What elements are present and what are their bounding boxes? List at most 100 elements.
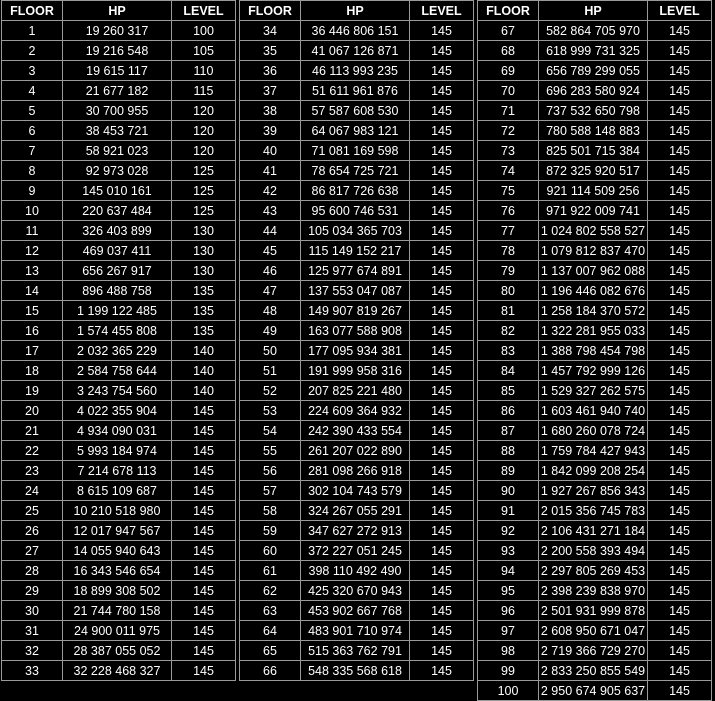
level-cell: 145 [647,180,712,201]
table-row: 89 1 842 099 208 254 145 [477,460,712,481]
floor-cell: 61 [239,560,301,581]
table-row: 7 58 921 023 120 [1,140,236,161]
floor-cell: 54 [239,420,301,441]
level-cell: 145 [409,360,474,381]
table-row: 4 21 677 182 115 [1,80,236,101]
hp-cell: 656 789 299 055 [538,60,648,81]
level-cell: 145 [409,240,474,261]
hp-cell: 1 322 281 955 033 [538,320,648,341]
level-cell: 145 [647,520,712,541]
hp-cell: 780 588 148 883 [538,120,648,141]
floor-cell: 72 [477,120,539,141]
table-row: 12 469 037 411 130 [1,240,236,261]
floor-cell: 7 [1,140,63,161]
level-cell: 145 [171,640,236,661]
hp-cell: 12 017 947 567 [62,520,172,541]
hp-cell: 46 113 993 235 [300,60,410,81]
floor-cell: 24 [1,480,63,501]
table-row: 82 1 322 281 955 033 145 [477,320,712,341]
level-cell: 145 [647,420,712,441]
floor-cell: 21 [1,420,63,441]
level-cell: 145 [171,620,236,641]
floor-cell: 99 [477,660,539,681]
floor-cell: 25 [1,500,63,521]
level-cell: 145 [171,560,236,581]
level-cell: 145 [409,420,474,441]
table-row: 84 1 457 792 999 126 145 [477,360,712,381]
table-row: 45 115 149 152 217 145 [239,240,474,261]
hp-cell: 4 022 355 904 [62,400,172,421]
table-row: 20 4 022 355 904 145 [1,400,236,421]
table-row: 80 1 196 446 082 676 145 [477,280,712,301]
level-cell: 145 [171,520,236,541]
level-cell: 145 [647,220,712,241]
table-row: 48 149 907 819 267 145 [239,300,474,321]
level-cell: 145 [171,580,236,601]
header-row: FLOOR HP LEVEL [1,0,236,21]
level-cell: 145 [647,240,712,261]
table-row: 93 2 200 558 393 494 145 [477,540,712,561]
level-cell: 115 [171,80,236,101]
floor-cell: 64 [239,620,301,641]
hp-header: HP [300,0,410,21]
hp-cell: 656 267 917 [62,260,172,281]
level-cell: 145 [647,120,712,141]
level-cell: 145 [409,60,474,81]
level-cell: 145 [409,40,474,61]
table-row: 61 398 110 492 490 145 [239,560,474,581]
level-cell: 120 [171,120,236,141]
hp-cell: 8 615 109 687 [62,480,172,501]
level-cell: 140 [171,380,236,401]
table-row: 47 137 553 047 087 145 [239,280,474,301]
table-row: 49 163 077 588 908 145 [239,320,474,341]
floor-cell: 59 [239,520,301,541]
level-cell: 145 [409,200,474,221]
level-cell: 145 [647,560,712,581]
hp-cell: 302 104 743 579 [300,480,410,501]
hp-cell: 1 759 784 427 943 [538,440,648,461]
floor-cell: 44 [239,220,301,241]
hp-cell: 1 574 455 808 [62,320,172,341]
level-cell: 145 [647,380,712,401]
table-row: 70 696 283 580 924 145 [477,80,712,101]
floor-cell: 16 [1,320,63,341]
level-cell: 145 [647,40,712,61]
level-cell: 130 [171,220,236,241]
floor-cell: 46 [239,260,301,281]
floor-cell: 22 [1,440,63,461]
hp-header: HP [62,0,172,21]
hp-cell: 5 993 184 974 [62,440,172,461]
level-cell: 145 [171,500,236,521]
floor-cell: 35 [239,40,301,61]
hp-cell: 191 999 958 316 [300,360,410,381]
hp-cell: 137 553 047 087 [300,280,410,301]
floor-cell: 93 [477,540,539,561]
table-row: 5 30 700 955 120 [1,100,236,121]
floor-cell: 90 [477,480,539,501]
floor-cell: 81 [477,300,539,321]
level-cell: 135 [171,300,236,321]
hp-cell: 2 719 366 729 270 [538,640,648,661]
level-cell: 140 [171,340,236,361]
hp-cell: 38 453 721 [62,120,172,141]
level-cell: 145 [647,80,712,101]
hp-cell: 2 297 805 269 453 [538,560,648,581]
hp-cell: 19 216 548 [62,40,172,61]
hp-cell: 1 529 327 262 575 [538,380,648,401]
hp-cell: 14 055 940 643 [62,540,172,561]
level-cell: 145 [409,460,474,481]
hp-cell: 1 024 802 558 527 [538,220,648,241]
table-row: 2 19 216 548 105 [1,40,236,61]
floor-cell: 84 [477,360,539,381]
table-row: 26 12 017 947 567 145 [1,520,236,541]
hp-cell: 30 700 955 [62,100,172,121]
floor-cell: 4 [1,80,63,101]
level-cell: 145 [647,540,712,561]
floor-cell: 30 [1,600,63,621]
table-row: 42 86 817 726 638 145 [239,180,474,201]
floor-cell: 45 [239,240,301,261]
hp-cell: 21 744 780 158 [62,600,172,621]
level-cell: 145 [171,540,236,561]
hp-cell: 1 079 812 837 470 [538,240,648,261]
table-row: 79 1 137 007 962 088 145 [477,260,712,281]
